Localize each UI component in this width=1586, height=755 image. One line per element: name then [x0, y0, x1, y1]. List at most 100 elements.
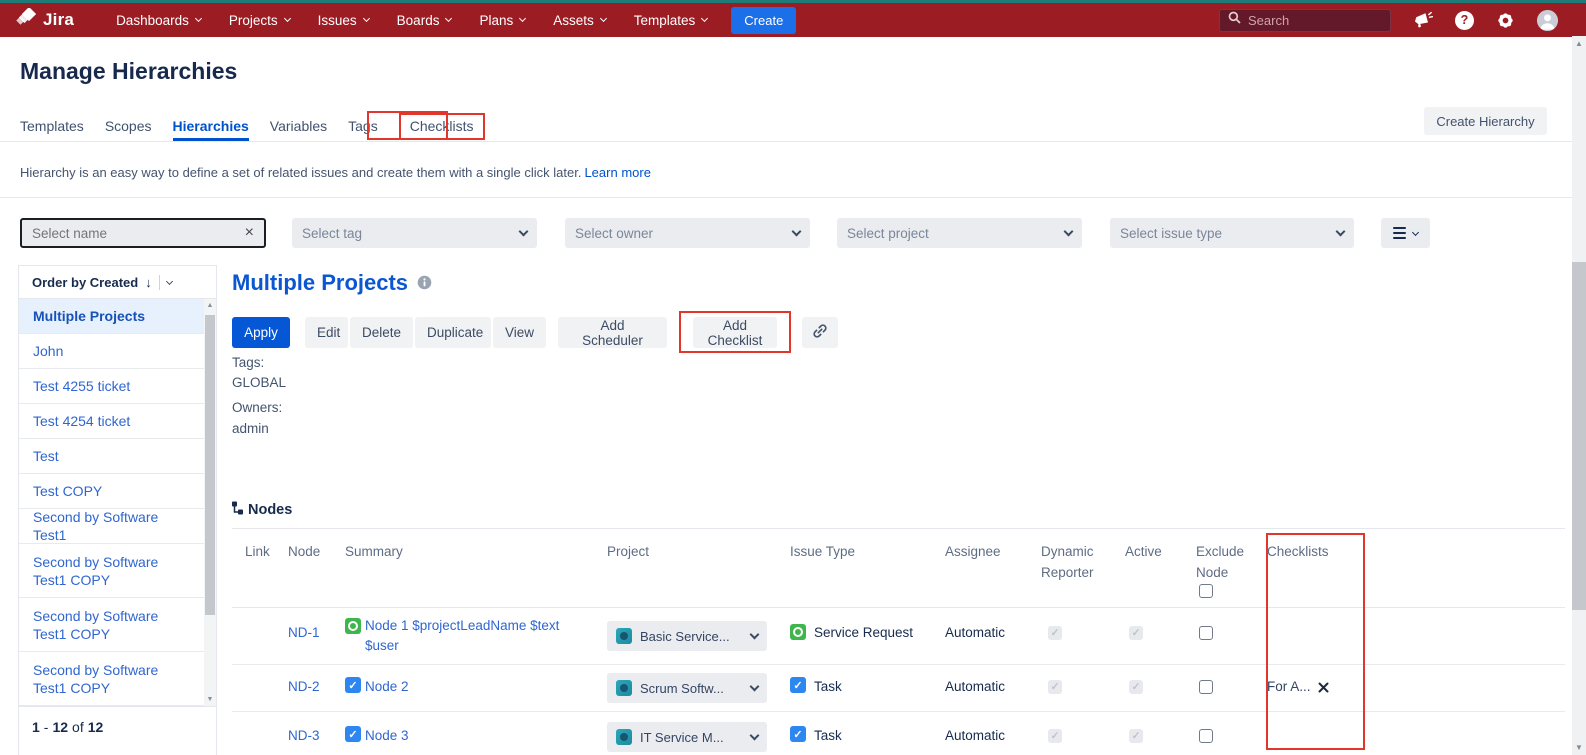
list-item-second-test1-copy-1[interactable]: Second by Software Test1 COPY	[19, 544, 216, 598]
hierarchy-list-panel: Order by Created ↓ Multiple Projects Joh…	[18, 265, 217, 755]
sort-direction-arrow-icon[interactable]: ↓	[145, 275, 152, 290]
issue-type-value: Service Request	[814, 625, 913, 640]
exclude-node-checkbox[interactable]	[1199, 680, 1213, 694]
list-item-second-test1[interactable]: Second by Software Test1	[19, 509, 216, 544]
col-assignee: Assignee	[945, 541, 1001, 562]
scroll-down-icon[interactable]: ▼	[1572, 743, 1586, 752]
col-checklists: Checklists	[1267, 541, 1329, 562]
list-item-john[interactable]: John	[19, 334, 216, 369]
user-avatar[interactable]	[1537, 10, 1558, 31]
exclude-all-checkbox[interactable]	[1199, 584, 1213, 598]
project-select[interactable]: IT Service M...	[607, 722, 767, 752]
order-by-header[interactable]: Order by Created ↓	[19, 266, 216, 299]
nav-item-plans[interactable]: Plans	[479, 13, 525, 28]
top-navigation-bar: Jira Dashboards Projects Issues Boards P…	[0, 3, 1586, 37]
chevron-down-icon	[1412, 228, 1419, 235]
edit-button[interactable]: Edit	[305, 317, 348, 348]
task-icon	[790, 726, 806, 742]
page-scrollbar-thumb[interactable]	[1572, 262, 1586, 610]
node-key-link[interactable]: ND-3	[288, 728, 320, 743]
owners-value: admin	[232, 421, 269, 436]
select-name-input[interactable]	[32, 226, 245, 241]
task-icon	[345, 726, 361, 742]
jira-logo-icon	[16, 8, 36, 33]
filter-project-select[interactable]: Select project	[837, 218, 1082, 248]
sidebar-scrollbar-thumb[interactable]	[205, 315, 215, 615]
nav-item-boards[interactable]: Boards	[397, 13, 452, 28]
add-checklist-button[interactable]: Add Checklist	[693, 317, 777, 348]
description-divider	[0, 197, 1586, 198]
node-key-link[interactable]: ND-1	[288, 625, 320, 640]
list-item-second-test1-copy-3[interactable]: Second by Software Test1 COPY	[19, 652, 216, 706]
sidebar-scrollbar[interactable]: ▲ ▼	[204, 299, 216, 706]
view-button[interactable]: View	[493, 317, 546, 348]
table-row-nd2: ND-2 Node 2 Scrum Softw... Task Automati…	[232, 665, 1565, 712]
list-item-test-4254[interactable]: Test 4254 ticket	[19, 404, 216, 439]
copy-link-button[interactable]	[802, 317, 838, 348]
tab-templates[interactable]: Templates	[20, 118, 84, 134]
node-summary-link[interactable]: Node 1 $projectLeadName $text $user	[365, 616, 581, 656]
chevron-down-icon	[750, 681, 760, 691]
node-key-link[interactable]: ND-2	[288, 679, 320, 694]
scroll-down-icon[interactable]: ▼	[204, 696, 216, 703]
chevron-down-icon	[792, 226, 802, 236]
nav-item-dashboards[interactable]: Dashboards	[116, 13, 201, 28]
nav-item-templates[interactable]: Templates	[634, 13, 708, 28]
chevron-down-icon[interactable]	[166, 277, 173, 284]
project-select[interactable]: Scrum Softw...	[607, 673, 767, 703]
learn-more-link[interactable]: Learn more	[584, 165, 650, 180]
exclude-node-checkbox[interactable]	[1199, 626, 1213, 640]
tab-checklists[interactable]: Checklists	[399, 113, 485, 140]
create-hierarchy-button[interactable]: Create Hierarchy	[1424, 107, 1547, 135]
nav-item-issues[interactable]: Issues	[318, 13, 369, 28]
duplicate-button[interactable]: Duplicate	[415, 317, 491, 348]
chevron-down-icon	[600, 15, 607, 22]
add-scheduler-button[interactable]: Add Scheduler	[558, 317, 667, 348]
filter-owner-select[interactable]: Select owner	[565, 218, 810, 248]
nav-item-assets[interactable]: Assets	[553, 13, 606, 28]
project-select[interactable]: Basic Service...	[607, 621, 767, 651]
scroll-up-icon[interactable]: ▲	[1572, 39, 1586, 48]
chevron-down-icon	[701, 15, 708, 22]
task-icon	[345, 677, 361, 693]
col-exclude-node: Exclude Node	[1196, 541, 1254, 583]
tab-scopes[interactable]: Scopes	[105, 118, 152, 134]
filter-tag-select[interactable]: Select tag	[292, 218, 537, 248]
chevron-down-icon	[1336, 226, 1346, 236]
tab-variables[interactable]: Variables	[270, 118, 327, 134]
assignee-value: Automatic	[945, 728, 1005, 743]
hamburger-icon	[1393, 227, 1406, 239]
settings-gear-icon[interactable]	[1496, 11, 1515, 30]
list-item-test[interactable]: Test	[19, 439, 216, 474]
scroll-up-icon[interactable]: ▲	[204, 302, 216, 309]
announcements-megaphone-icon[interactable]	[1413, 11, 1433, 29]
list-item-test-4255[interactable]: Test 4255 ticket	[19, 369, 216, 404]
help-icon[interactable]: ?	[1455, 11, 1474, 30]
list-item-second-test1-copy-2[interactable]: Second by Software Test1 COPY	[19, 598, 216, 652]
filter-options-menu-button[interactable]	[1381, 218, 1430, 248]
filter-issue-type-select[interactable]: Select issue type	[1110, 218, 1354, 248]
filter-name-input[interactable]: ×	[20, 218, 266, 248]
clear-name-icon[interactable]: ×	[245, 225, 254, 241]
apply-button[interactable]: Apply	[232, 317, 290, 348]
list-item-test-copy[interactable]: Test COPY	[19, 474, 216, 509]
col-issue-type: Issue Type	[790, 541, 855, 562]
hierarchy-detail-title: Multiple Projects	[232, 270, 432, 296]
exclude-node-checkbox[interactable]	[1199, 729, 1213, 743]
create-button[interactable]: Create	[731, 7, 796, 34]
search-placeholder: Search	[1248, 13, 1289, 28]
list-item-multiple-projects[interactable]: Multiple Projects	[19, 299, 216, 334]
page-scrollbar[interactable]: ▲ ▼	[1572, 36, 1586, 755]
chevron-down-icon	[519, 15, 526, 22]
delete-button[interactable]: Delete	[350, 317, 413, 348]
node-summary-link[interactable]: Node 3	[365, 728, 409, 743]
nav-item-projects[interactable]: Projects	[229, 13, 290, 28]
tab-tags[interactable]: Tags	[348, 118, 378, 134]
tab-hierarchies[interactable]: Hierarchies	[173, 118, 249, 134]
node-summary-link[interactable]: Node 2	[365, 679, 409, 694]
search-input[interactable]: Search	[1219, 9, 1391, 32]
info-icon[interactable]	[417, 270, 432, 296]
remove-checklist-icon[interactable]	[1318, 680, 1329, 698]
col-active: Active	[1125, 541, 1162, 562]
jira-logo[interactable]: Jira	[16, 8, 74, 33]
